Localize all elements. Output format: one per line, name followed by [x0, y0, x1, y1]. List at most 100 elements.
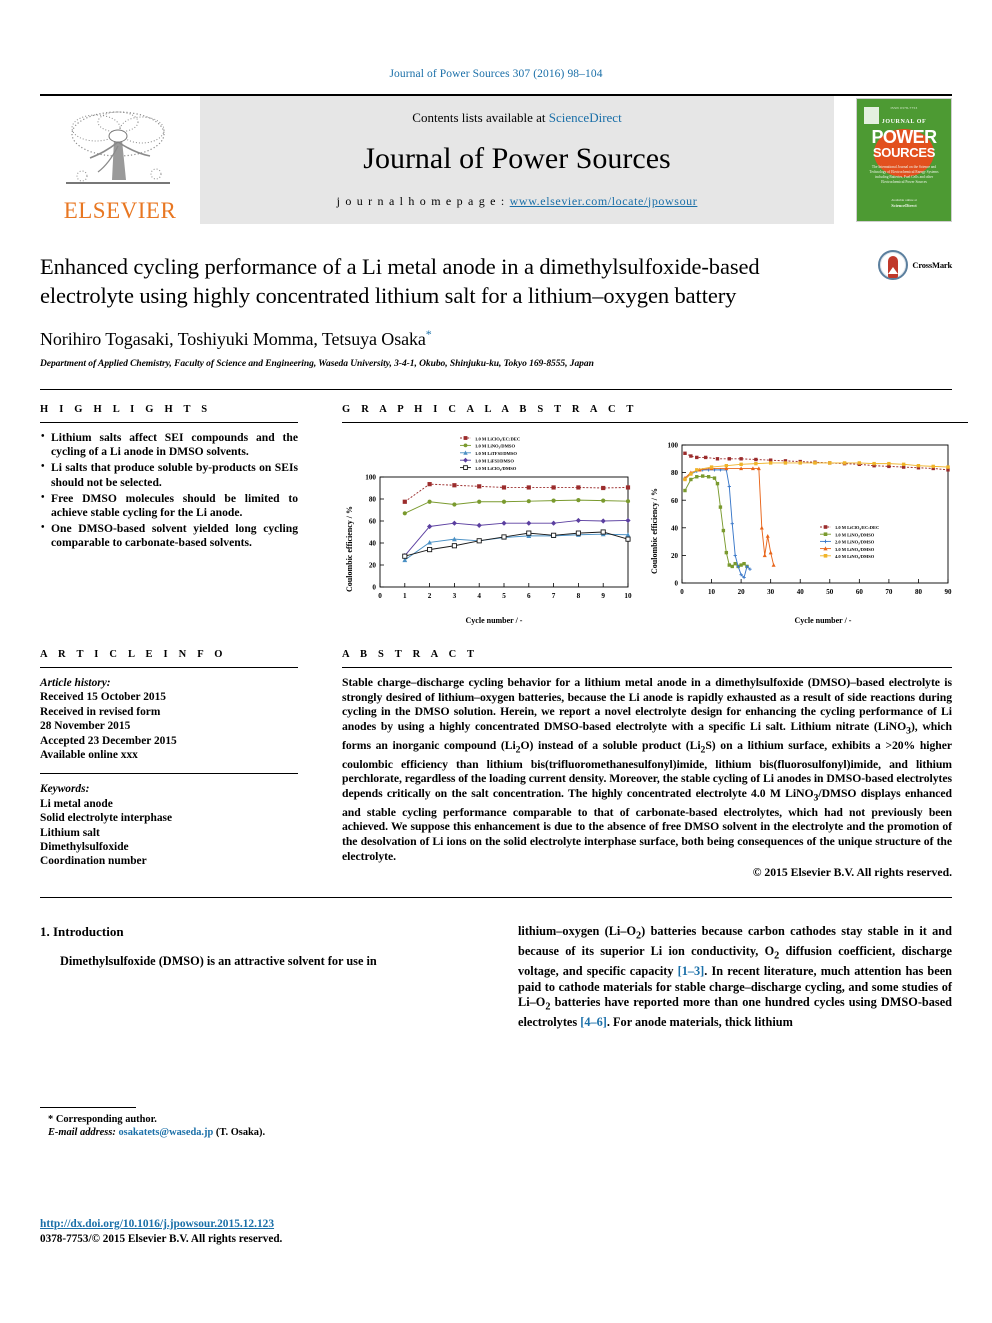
body-left-column: 1. Introduction Dimethylsulfoxide (DMSO)…: [40, 924, 492, 1138]
svg-text:3: 3: [453, 592, 457, 600]
keyword-item: Li metal anode: [40, 797, 113, 810]
authors-text: Norihiro Togasaki, Toshiyuki Momma, Tets…: [40, 329, 426, 349]
svg-text:4.0 M LiNO₃/DMSO: 4.0 M LiNO₃/DMSO: [835, 554, 875, 559]
contents-prefix: Contents lists available at: [412, 109, 549, 125]
cover-sources-word: SOURCES: [872, 145, 936, 160]
graphical-abstract-rule: [342, 422, 968, 423]
intro-paragraph-right: lithium–oxygen (Li–O2) batteries because…: [518, 924, 953, 1030]
article-info-column: A R T I C L E I N F O Article history: R…: [40, 649, 320, 879]
article-info-heading: A R T I C L E I N F O: [40, 649, 227, 660]
crossmark-label: CrossMark: [912, 260, 952, 270]
author-list: Norihiro Togasaki, Toshiyuki Momma, Tets…: [40, 327, 952, 350]
list-item: Lithium salts affect SEI compounds and t…: [40, 430, 298, 459]
chart1-legend: 1.0 M LiClO₄/EC:DEC 1.0 M LiNO₃/DMSO 1.0 M…: [460, 436, 520, 471]
info-abstract-row: A R T I C L E I N F O Article history: R…: [40, 631, 952, 879]
article-info-rule: [40, 667, 298, 668]
svg-text:0: 0: [680, 588, 684, 596]
cover-footer: Available online at ScienceDirect: [865, 198, 943, 209]
svg-text:20: 20: [369, 562, 377, 570]
contents-line: Contents lists available at ScienceDirec…: [412, 110, 621, 126]
corresponding-author-note: * Corresponding author. E-mail address: …: [40, 1113, 460, 1139]
chart2-plot: 0 20 40 60 80 100 0 10 20 30 40 50 60 70 80 90: [668, 442, 953, 596]
svg-text:3.0 M LiNO₃/DMSO: 3.0 M LiNO₃/DMSO: [835, 547, 875, 552]
journal-homepage-link[interactable]: www.elsevier.com/locate/jpowsour: [510, 194, 698, 208]
svg-text:1.0 M LiFSI/DMSO: 1.0 M LiFSI/DMSO: [475, 459, 514, 464]
svg-text:20: 20: [671, 552, 679, 560]
svg-text:2: 2: [428, 592, 432, 600]
svg-text:40: 40: [369, 540, 377, 548]
svg-text:100: 100: [365, 474, 376, 482]
svg-text:4: 4: [477, 592, 481, 600]
article-history: Article history: Received 15 October 201…: [40, 676, 298, 762]
list-item: Free DMSO molecules should be limited to…: [40, 491, 298, 520]
highlights-list: Lithium salts affect SEI compounds and t…: [40, 430, 298, 551]
journal-title: Journal of Power Sources: [363, 141, 671, 175]
list-item: Li salts that produce soluble by-product…: [40, 460, 298, 489]
keyword-item: Coordination number: [40, 855, 147, 868]
svg-text:60: 60: [856, 588, 864, 596]
svg-text:40: 40: [797, 588, 805, 596]
keyword-item: Dimethylsulfoxide: [40, 841, 129, 854]
corresponding-label: Corresponding author.: [55, 1114, 157, 1126]
charts-row: 1.0 M LiClO₄/EC:DEC 1.0 M LiNO₃/DMSO 1.0 M…: [342, 431, 968, 631]
keyword-item: Lithium salt: [40, 826, 100, 839]
keywords-rule: [40, 773, 298, 775]
intro-text: Dimethylsulfoxide (DMSO) is an attractiv…: [60, 954, 377, 969]
elsevier-wordmark: ELSEVIER: [63, 198, 177, 223]
body-columns: 1. Introduction Dimethylsulfoxide (DMSO)…: [40, 898, 952, 1138]
svg-text:0: 0: [378, 592, 382, 600]
chart1-plot: 0 20 40 60 80 100 0 1 2 3 4 5 6 7 8 9 10: [365, 474, 632, 600]
highlights-column: H I G H L I G H T S Lithium salts affect…: [40, 404, 320, 631]
asterisk-icon: *: [48, 1114, 54, 1126]
chart2-legend: 1.0 M LiClO₄/EC:DEC 1.0 M LiNO₃/DMSO 2.0 M…: [820, 525, 879, 559]
graphical-abstract-heading: G R A P H I C A L A B S T R A C T: [342, 404, 638, 415]
homepage-label: j o u r n a l h o m e p a g e :: [336, 193, 510, 208]
svg-text:80: 80: [671, 469, 679, 477]
affiliation: Department of Applied Chemistry, Faculty…: [40, 359, 594, 369]
running-head: Journal of Power Sources 307 (2016) 98–1…: [389, 68, 603, 80]
svg-text:1.0 M LiTFSI/DMSO: 1.0 M LiTFSI/DMSO: [475, 451, 517, 456]
svg-text:10: 10: [624, 592, 632, 600]
history-item: Received 15 October 2015: [40, 691, 167, 704]
chart2-ylabel: Coulombic efficiency / %: [650, 488, 659, 574]
chart1-xlabel: Cycle number / -: [466, 616, 523, 625]
keyword-item: Solid electrolyte interphase: [40, 812, 173, 825]
journal-masthead: ELSEVIER Contents lists available at Sci…: [40, 96, 952, 224]
doi-link[interactable]: http://dx.doi.org/10.1016/j.jpowsour.201…: [40, 1218, 274, 1230]
svg-text:9: 9: [601, 592, 605, 600]
history-item: 28 November 2015: [40, 720, 131, 733]
chart2-xlabel: Cycle number / -: [795, 616, 852, 625]
svg-text:5: 5: [502, 592, 506, 600]
svg-text:60: 60: [671, 497, 679, 505]
abstract-column: A B S T R A C T Stable charge–discharge …: [320, 649, 952, 879]
body-right-column: lithium–oxygen (Li–O2) batteries because…: [492, 924, 952, 1031]
svg-text:1.0 M LiClO₄/EC:DEC: 1.0 M LiClO₄/EC:DEC: [835, 525, 879, 530]
svg-text:80: 80: [369, 496, 377, 504]
corresponding-author-marker: *: [425, 327, 432, 341]
svg-text:2.0 M LiNO₃/DMSO: 2.0 M LiNO₃/DMSO: [835, 540, 875, 545]
svg-text:1.0 M LiNO₃/DMSO: 1.0 M LiNO₃/DMSO: [835, 532, 875, 537]
footnote-block: * Corresponding author. E-mail address: …: [40, 1107, 460, 1139]
svg-text:100: 100: [668, 442, 679, 450]
svg-text:60: 60: [369, 518, 377, 526]
svg-text:40: 40: [671, 524, 679, 532]
cover-power-word: POWER: [871, 127, 937, 147]
abstract-copyright: © 2015 Elsevier B.V. All rights reserved…: [752, 866, 952, 880]
svg-text:1.0 M LiNO₃/DMSO: 1.0 M LiNO₃/DMSO: [475, 444, 515, 449]
svg-text:1.0 M LiClO₄/DMSO: 1.0 M LiClO₄/DMSO: [475, 466, 517, 471]
history-item: Accepted 23 December 2015: [40, 734, 177, 747]
highlights-heading: H I G H L I G H T S: [40, 404, 212, 415]
chart1-ylabel: Coulombic efficiency / %: [345, 506, 354, 592]
list-item: One DMSO-based solvent yielded long cycl…: [40, 521, 298, 550]
cover-subtitle: The International Journal on the Science…: [869, 165, 939, 184]
doi-block: http://dx.doi.org/10.1016/j.jpowsour.201…: [40, 1214, 282, 1245]
sciencedirect-link[interactable]: ScienceDirect: [549, 110, 622, 125]
keywords-label: Keywords:: [40, 783, 90, 796]
crossmark-badge[interactable]: CrossMark: [878, 250, 952, 280]
svg-text:1.0 M LiClO₄/EC:DEC: 1.0 M LiClO₄/EC:DEC: [475, 436, 520, 441]
title-block: Enhanced cycling performance of a Li met…: [40, 224, 952, 369]
svg-text:7: 7: [552, 592, 556, 600]
history-item: Available online xxx: [40, 749, 138, 762]
history-item: Received in revised form: [40, 705, 161, 718]
email-link[interactable]: osakatets@waseda.jp: [118, 1127, 213, 1138]
